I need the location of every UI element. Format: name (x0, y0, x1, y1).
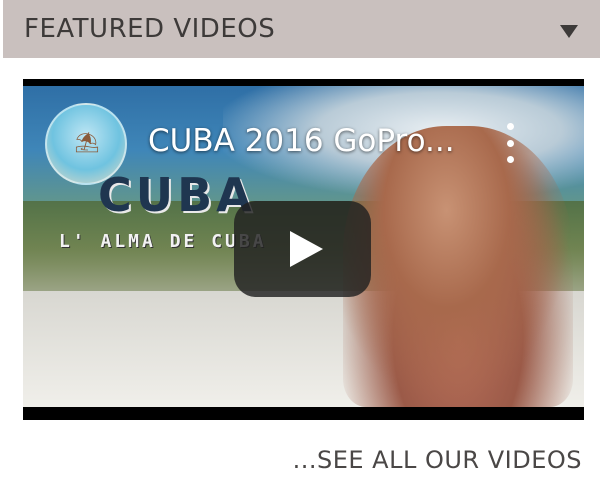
thumbnail-person (343, 126, 573, 407)
avatar-figures: ⛱ (74, 132, 100, 154)
see-all-videos-link[interactable]: ...SEE ALL OUR VIDEOS (293, 446, 582, 474)
video-player[interactable]: CUBA L' ALMA DE CUBA ⛱ CUBA 2016 GoPro..… (23, 79, 584, 420)
play-button[interactable] (234, 201, 371, 297)
channel-avatar-icon[interactable]: ⛱ (45, 103, 127, 185)
thumbnail-overlay-title: CUBA (98, 168, 256, 222)
dot (506, 139, 514, 147)
vertical-dots-icon[interactable] (501, 123, 519, 163)
play-icon (290, 231, 323, 267)
video-title-link[interactable]: CUBA 2016 GoPro... (148, 123, 455, 159)
featured-videos-title: FEATURED VIDEOS (24, 14, 276, 44)
dot (506, 123, 514, 130)
caret-down-icon[interactable] (560, 24, 578, 38)
featured-videos-header[interactable]: FEATURED VIDEOS (3, 0, 600, 58)
dot (506, 156, 514, 163)
